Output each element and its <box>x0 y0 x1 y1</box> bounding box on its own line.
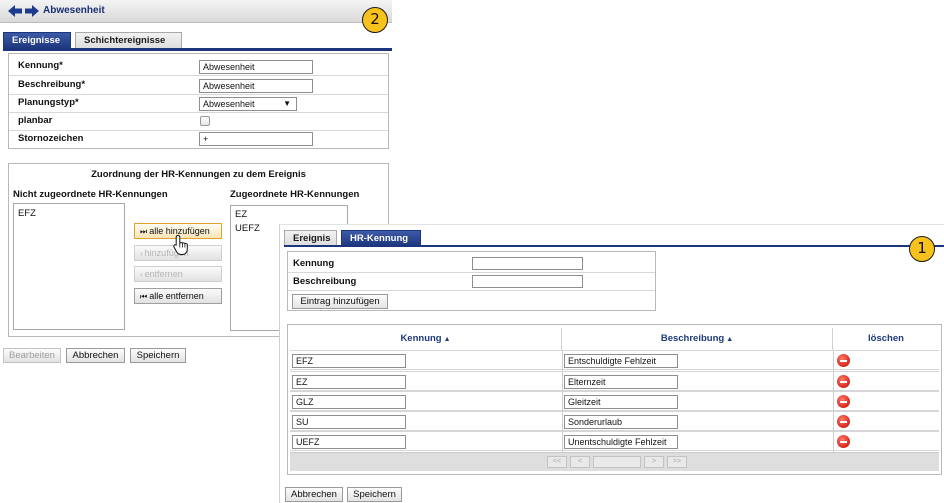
beschreibung-input[interactable] <box>472 275 583 288</box>
column-header-loeschen: löschen <box>868 333 904 344</box>
double-chevron-left-icon: ⏮ <box>140 292 148 301</box>
unassigned-header: Nicht zugeordnete HR-Kennungen <box>13 189 168 200</box>
window-title: Abwesenheit <box>43 5 105 16</box>
tab-underline <box>284 245 944 247</box>
delete-icon[interactable] <box>837 375 850 388</box>
form-row-kennung: Kennung <box>288 255 655 273</box>
tab-ereignis[interactable]: Ereignis <box>284 230 337 246</box>
table-row: EFZ Entschuldigte Fehlzeit <box>290 350 939 371</box>
table-row: GLZ Gleitzeit <box>290 391 939 412</box>
hr-assignment-header: Zuordnung der HR-Kennungen zu dem Ereign… <box>91 169 306 180</box>
step-badge-2: 2 <box>362 7 388 33</box>
planbar-checkbox[interactable] <box>200 116 210 126</box>
forward-arrow-icon[interactable] <box>25 5 39 17</box>
table-row: EZ Elternzeit <box>290 371 939 392</box>
delete-icon[interactable] <box>837 354 850 367</box>
row-beschreibung-input[interactable]: Gleitzeit <box>564 395 678 409</box>
sort-asc-icon: ▲ <box>726 336 734 343</box>
tab-schichtereignisse[interactable]: Schichtereignisse <box>75 32 182 49</box>
unassigned-list[interactable]: EFZ <box>13 203 125 330</box>
row-beschreibung-input[interactable]: Sonderurlaub <box>564 415 678 429</box>
list-item[interactable]: UEFZ <box>235 223 260 234</box>
row-kennung-input[interactable]: UEFZ <box>292 435 406 449</box>
planungstyp-value: Abwesenheit <box>203 99 255 109</box>
kennung-input[interactable] <box>472 257 583 270</box>
delete-icon[interactable] <box>837 395 850 408</box>
beschreibung-label: Beschreibung <box>293 276 357 287</box>
row-kennung-input[interactable]: GLZ <box>292 395 406 409</box>
next-page-button[interactable]: > <box>644 456 664 468</box>
double-chevron-right-icon: ⏭ <box>140 227 148 236</box>
page-number <box>593 456 641 468</box>
kennung-label: Kennung* <box>18 60 63 71</box>
delete-icon[interactable] <box>837 435 850 448</box>
edit-button[interactable]: Bearbeiten <box>3 348 61 363</box>
hand-cursor-icon <box>173 234 188 255</box>
row-beschreibung-input[interactable]: Entschuldigte Fehlzeit <box>564 354 678 368</box>
form-row-kennung: Kennung* Abwesenheit <box>9 57 388 76</box>
hr-kennung-table: Kennung ▲ Beschreibung ▲ löschen EFZ Entsc… <box>287 324 942 475</box>
kennung-input[interactable]: Abwesenheit <box>199 60 313 74</box>
chevron-left-icon: ‹ <box>140 270 143 279</box>
chevron-right-icon: › <box>140 249 143 258</box>
add-entry-button[interactable]: Eintrag hinzufügen <box>292 294 388 309</box>
title-bar: Abwesenheit <box>0 0 392 23</box>
tab-bar: Ereignisse Schichtereignisse <box>3 32 393 49</box>
row-beschreibung-input[interactable]: Unentschuldigte Fehlzeit <box>564 435 678 449</box>
save-button[interactable]: Speichern <box>130 348 186 363</box>
column-header-beschreibung[interactable]: Beschreibung ▲ <box>562 328 833 350</box>
row-kennung-input[interactable]: EFZ <box>292 354 406 368</box>
form-row-planungstyp: Planungstyp* Abwesenheit ▼ <box>9 94 388 113</box>
table-row: UEFZ Unentschuldigte Fehlzeit <box>290 431 939 452</box>
back-arrow-icon[interactable] <box>8 5 22 17</box>
list-item[interactable]: EFZ <box>18 208 36 219</box>
hr-kennung-form: Kennung Beschreibung Eintrag hinzufügen <box>287 251 656 311</box>
beschreibung-input[interactable]: Abwesenheit <box>199 79 313 93</box>
row-kennung-input[interactable]: SU <box>292 415 406 429</box>
kennung-label: Kennung <box>293 258 335 269</box>
form-row-planbar: planbar <box>9 112 388 131</box>
table-row: SU Sonderurlaub <box>290 411 939 432</box>
form-row-beschreibung: Beschreibung* Abwesenheit <box>9 76 388 95</box>
sort-asc-icon: ▲ <box>443 336 451 343</box>
dropdown-arrow-icon: ▼ <box>283 99 291 108</box>
column-header-kennung[interactable]: Kennung ▲ <box>290 328 562 350</box>
event-form: Kennung* Abwesenheit Beschreibung* Abwes… <box>8 53 389 149</box>
cancel-button[interactable]: Abbrechen <box>66 348 125 363</box>
list-item[interactable]: EZ <box>235 209 247 220</box>
pagination-bar: << < > >> <box>290 452 939 471</box>
row-kennung-input[interactable]: EZ <box>292 375 406 389</box>
cancel-button[interactable]: Abbrechen <box>285 487 343 502</box>
tab-underline <box>3 48 392 51</box>
delete-icon[interactable] <box>837 415 850 428</box>
beschreibung-label: Beschreibung* <box>18 79 86 90</box>
planungstyp-select[interactable]: Abwesenheit ▼ <box>199 97 297 111</box>
form-row-stornozeichen: Stornozeichen + <box>9 130 388 149</box>
stornozeichen-input[interactable]: + <box>199 132 313 146</box>
planungstyp-label: Planungstyp* <box>18 97 79 108</box>
row-beschreibung-input[interactable]: Elternzeit <box>564 375 678 389</box>
tab-hr-kennung[interactable]: HR-Kennung <box>341 230 421 246</box>
first-page-button[interactable]: << <box>547 456 567 468</box>
tab-ereignisse[interactable]: Ereignisse <box>3 32 71 49</box>
prev-page-button[interactable]: < <box>570 456 590 468</box>
save-button[interactable]: Speichern <box>347 487 402 502</box>
stornozeichen-label: Stornozeichen <box>18 133 84 144</box>
remove-all-button[interactable]: ⏮ alle entfernen <box>134 288 222 304</box>
hr-kennung-window: Ereignis HR-Kennung 1 Kennung Beschreibu… <box>279 224 944 503</box>
remove-button[interactable]: ‹ entfernen <box>134 266 222 282</box>
planbar-label: planbar <box>18 115 53 126</box>
form-row-beschreibung: Beschreibung <box>288 273 655 291</box>
step-badge-1: 1 <box>909 236 935 262</box>
last-page-button[interactable]: >> <box>667 456 687 468</box>
assigned-header: Zugeordnete HR-Kennungen <box>230 189 360 200</box>
